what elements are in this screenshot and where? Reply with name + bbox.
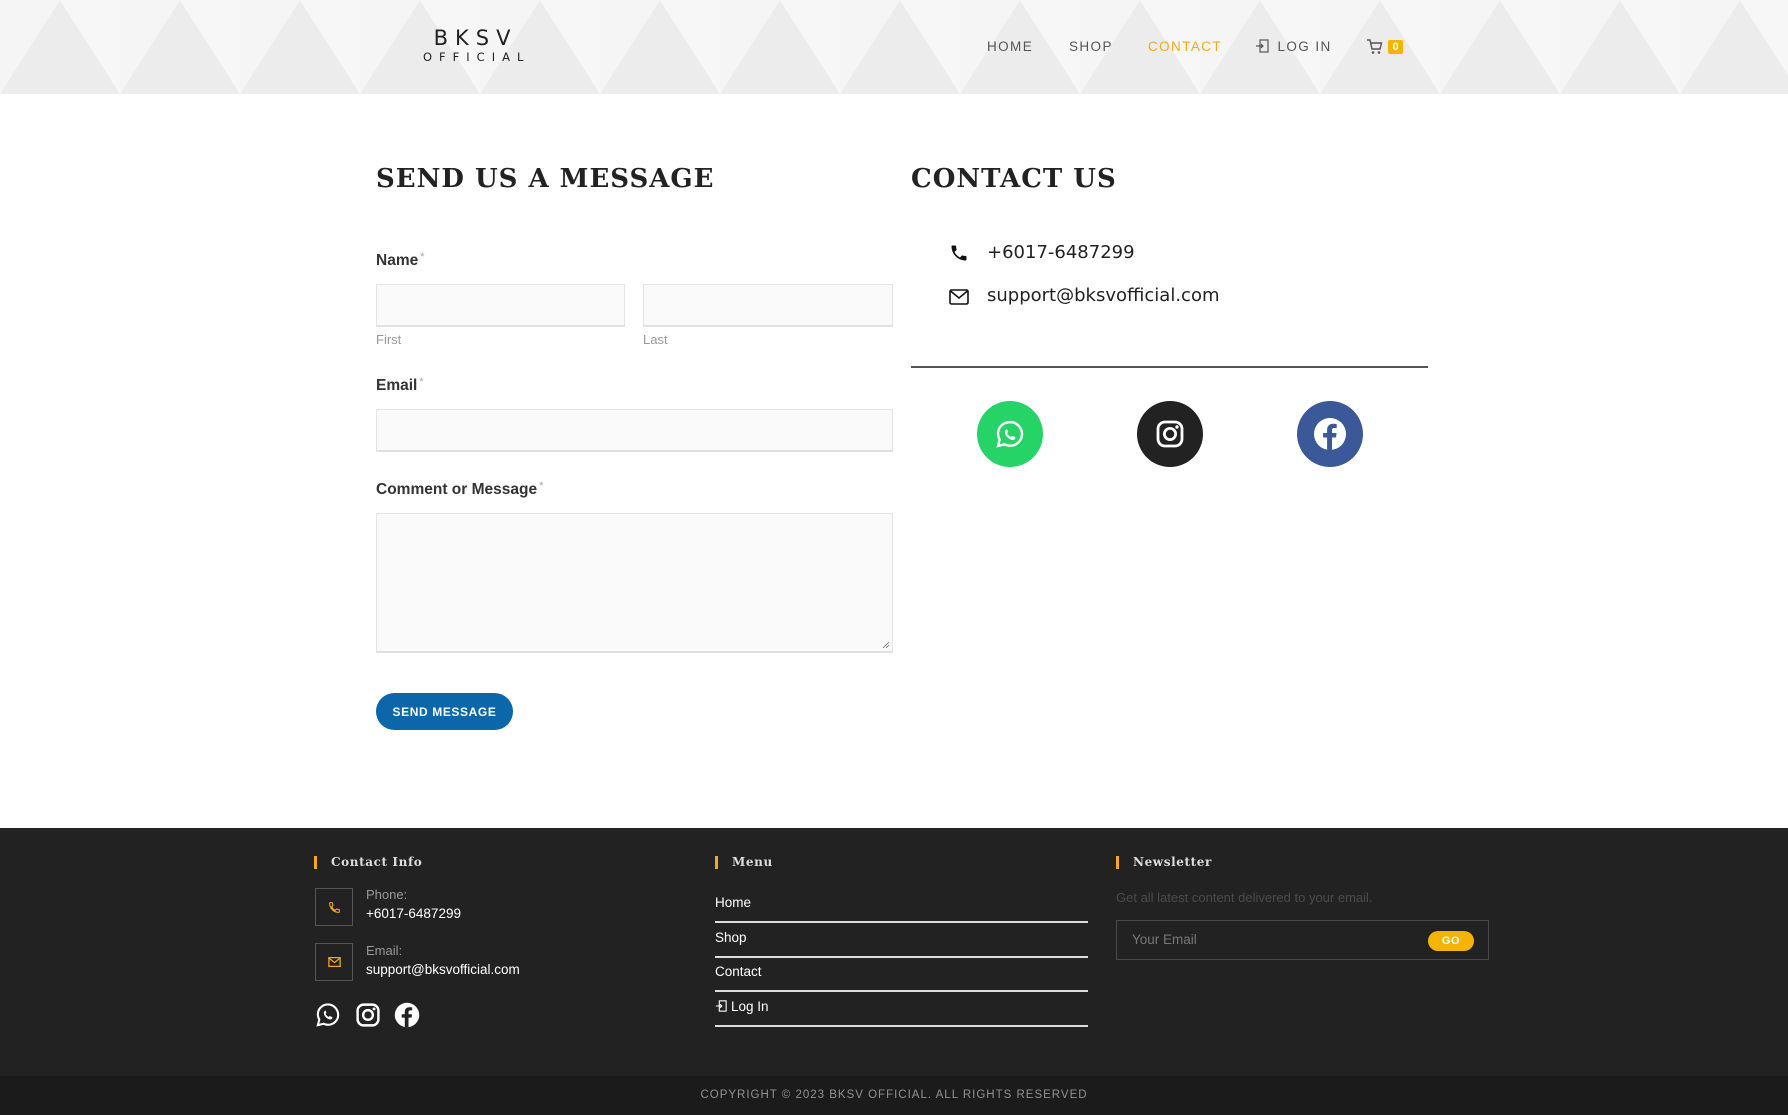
copyright-text: COPYRIGHT © 2023 BKSV OFFICIAL. ALL RIGH…	[700, 1089, 1088, 1101]
phone-icon	[328, 901, 340, 913]
comment-label: Comment or Message *	[376, 480, 543, 499]
last-sub-label: Last	[643, 332, 668, 347]
site-header: BKSV OFFICIAL HOME SHOP CONTACT LOG IN 0	[0, 0, 1788, 94]
logo-line2: OFFICIAL	[423, 50, 531, 64]
last-name-input[interactable]	[643, 284, 893, 327]
newsletter-email-input[interactable]: Your Email GO	[1116, 920, 1489, 960]
login-icon	[715, 1000, 727, 1012]
contact-phone[interactable]: +6017-6487299	[987, 242, 1135, 263]
name-label: Name *	[376, 251, 425, 270]
required-mark: *	[420, 251, 425, 263]
whatsapp-button[interactable]	[977, 401, 1043, 467]
required-mark: *	[539, 480, 544, 492]
contact-email[interactable]: support@bksvofficial.com	[987, 285, 1220, 306]
phone-icon	[951, 245, 967, 261]
facebook-button[interactable]	[1297, 401, 1363, 467]
footer-menu-login-label: Log In	[731, 999, 769, 1014]
footer-phone-box	[315, 888, 353, 926]
envelope-icon	[949, 289, 969, 305]
nav-login-label[interactable]: LOG IN	[1277, 39, 1331, 54]
cart-icon	[1367, 39, 1383, 54]
footer-email-box	[315, 943, 353, 981]
footer-phone-label: Phone:	[366, 887, 408, 902]
nav-shop[interactable]: SHOP	[1069, 37, 1113, 57]
resize-handle-icon[interactable]	[881, 640, 890, 649]
email-label-text: Email	[376, 377, 418, 394]
footer-menu-shop[interactable]: Shop	[715, 923, 1088, 958]
message-textarea[interactable]	[376, 513, 893, 653]
facebook-icon[interactable]	[394, 1002, 420, 1028]
footer-bottom-bar: COPYRIGHT © 2023 BKSV OFFICIAL. ALL RIGH…	[0, 1076, 1788, 1115]
email-input[interactable]	[376, 409, 893, 452]
whatsapp-icon[interactable]	[315, 1002, 341, 1028]
footer-email-label: Email:	[366, 943, 403, 958]
nav-home[interactable]: HOME	[987, 37, 1033, 57]
cart-button[interactable]: 0	[1366, 37, 1406, 57]
footer-phone-value[interactable]: +6017-6487299	[366, 906, 461, 921]
newsletter-placeholder: Your Email	[1132, 932, 1197, 947]
footer-menu-home[interactable]: Home	[715, 888, 1088, 923]
footer-menu-title: Menu	[715, 855, 773, 869]
form-title: SEND US A MESSAGE	[376, 164, 715, 194]
contact-title: CONTACT US	[911, 164, 1117, 194]
site-logo[interactable]: BKSV OFFICIAL	[416, 26, 528, 64]
first-name-input[interactable]	[376, 284, 625, 327]
header-pattern	[0, 0, 1788, 94]
facebook-icon	[1314, 418, 1346, 450]
instagram-button[interactable]	[1137, 401, 1203, 467]
newsletter-description: Get all latest content delivered to your…	[1116, 890, 1373, 905]
whatsapp-icon	[996, 420, 1024, 448]
cart-count-badge: 0	[1388, 40, 1403, 54]
instagram-icon	[1156, 420, 1184, 448]
send-message-button[interactable]: SEND MESSAGE	[376, 693, 513, 730]
login-icon	[1256, 39, 1269, 53]
required-mark: *	[419, 376, 424, 388]
instagram-icon[interactable]	[355, 1002, 381, 1028]
logo-line1: BKSV	[433, 26, 518, 50]
nav-contact[interactable]: CONTACT	[1148, 37, 1222, 57]
footer-contact-title: Contact Info	[314, 855, 422, 869]
footer-email-value[interactable]: support@bksvofficial.com	[366, 962, 520, 977]
nav-login[interactable]: LOG IN	[1255, 37, 1332, 57]
newsletter-go-button[interactable]: GO	[1428, 931, 1474, 951]
name-label-text: Name	[376, 252, 419, 269]
email-label: Email *	[376, 376, 424, 395]
first-sub-label: First	[376, 332, 402, 347]
envelope-icon	[327, 957, 341, 967]
footer-menu-contact[interactable]: Contact	[715, 957, 1088, 992]
footer-menu-login[interactable]: Log In	[715, 992, 1088, 1027]
comment-label-text: Comment or Message	[376, 481, 538, 498]
footer-newsletter-title: Newsletter	[1116, 855, 1212, 869]
contact-divider	[911, 366, 1428, 368]
